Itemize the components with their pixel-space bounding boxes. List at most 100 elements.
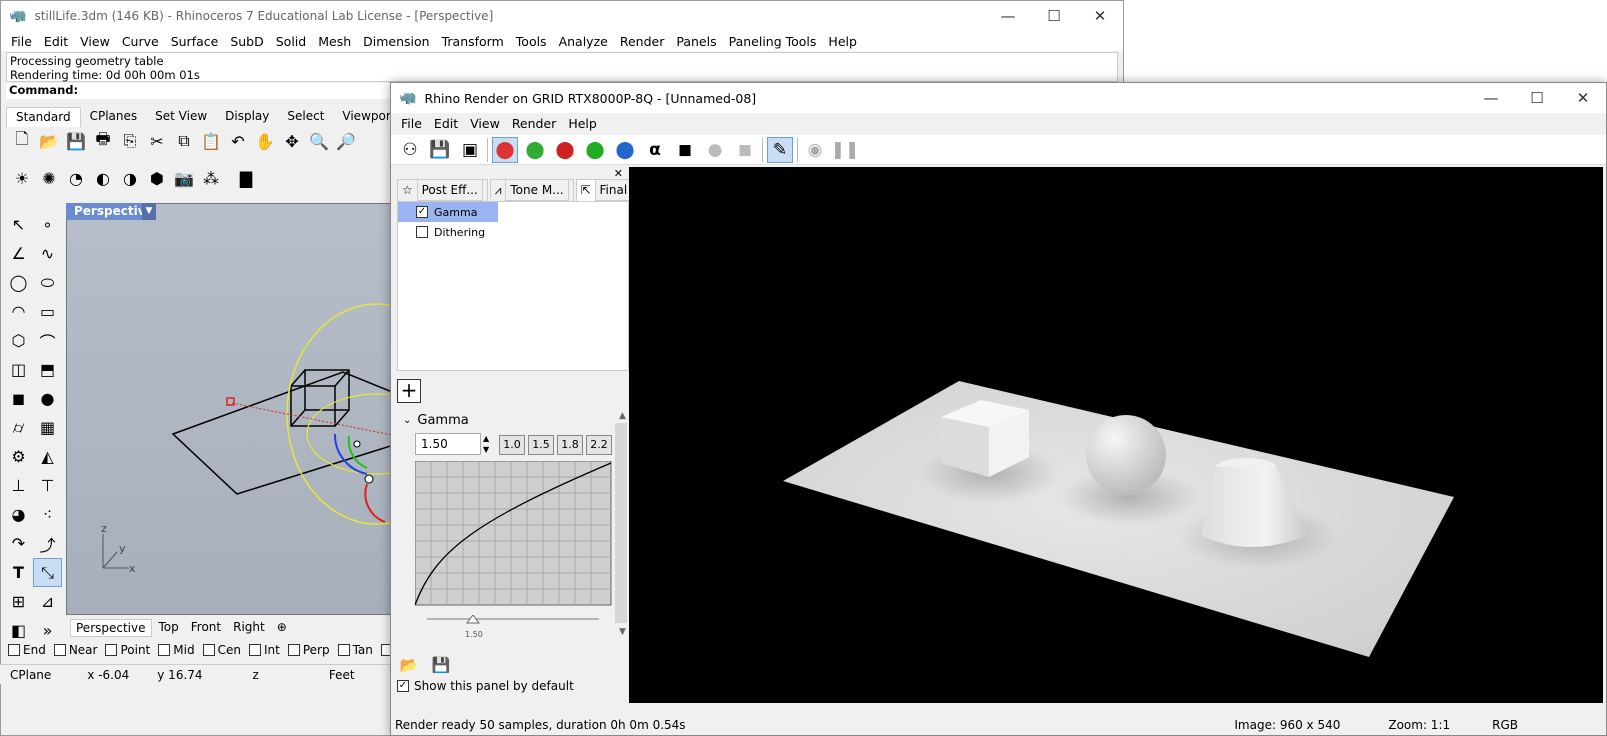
osnap-end[interactable]: End <box>8 643 46 657</box>
cut-icon[interactable]: ✂ <box>145 129 169 153</box>
analyze-icon[interactable]: ⊿ <box>33 587 62 616</box>
render-close-button[interactable]: ✕ <box>1560 83 1606 113</box>
depth-cube-icon[interactable]: ◼ <box>672 137 698 163</box>
sun-light-icon[interactable]: ☀ <box>10 166 34 190</box>
viewport-menu-chevron-icon[interactable]: ▼ <box>142 203 156 220</box>
extrude-icon[interactable]: ⬒ <box>33 355 62 384</box>
rgb-alpha-channel-icon[interactable]: ⬤ <box>522 137 548 163</box>
pause-render-icon[interactable]: ❚❚ <box>831 137 860 163</box>
boolean-icon[interactable]: ◭ <box>33 442 62 471</box>
menu-edit[interactable]: Edit <box>38 34 74 49</box>
render-menu-view[interactable]: View <box>464 116 506 131</box>
fillet-icon[interactable]: ⌒ <box>33 326 62 355</box>
scroll-down-icon[interactable]: ▼ <box>619 627 626 637</box>
pan-icon[interactable]: ✋ <box>253 129 277 153</box>
gamma-slider[interactable] <box>427 615 599 635</box>
render-menu-file[interactable]: File <box>395 116 428 131</box>
rotate-view-icon[interactable]: ✥ <box>280 129 304 153</box>
zoom-icon[interactable]: 🔍 <box>307 129 331 153</box>
rgb-channel-icon[interactable]: ⬤ <box>492 136 518 163</box>
tab-cplanes[interactable]: CPlanes <box>81 107 147 127</box>
tab-post-effects[interactable]: ☆ Post Eff... <box>397 179 488 202</box>
more-icon[interactable]: » <box>33 616 62 645</box>
gamma-preset-1-5[interactable]: 1.5 <box>528 435 554 455</box>
copy-icon[interactable]: ⧉ <box>172 129 196 153</box>
osnap-int[interactable]: Int <box>248 643 280 657</box>
close-button[interactable]: ✕ <box>1077 1 1123 31</box>
open-preset-icon[interactable]: 📂 <box>397 653 421 677</box>
arc-icon[interactable]: ◠ <box>4 297 33 326</box>
polygon-icon[interactable]: ⬡ <box>4 326 33 355</box>
clone-render-icon[interactable]: ⚇ <box>397 137 423 163</box>
surface-icon[interactable]: ◫ <box>4 355 33 384</box>
menu-curve[interactable]: Curve <box>116 34 165 49</box>
gear-icon[interactable]: ⚙ <box>4 442 33 471</box>
menu-solid[interactable]: Solid <box>270 34 312 49</box>
rectangle-icon[interactable]: ▭ <box>33 297 62 326</box>
gamma-value-input[interactable]: 1.50 <box>415 433 481 455</box>
show-panel-default-checkbox[interactable]: ✓ Show this panel by default <box>397 679 574 693</box>
curve-icon[interactable]: ∿ <box>33 239 62 268</box>
menu-paneling-tools[interactable]: Paneling Tools <box>723 34 823 49</box>
alpha-channel-icon[interactable]: α <box>642 137 668 163</box>
vp-tab-front[interactable]: Front <box>186 619 226 637</box>
gamma-preset-1-0[interactable]: 1.0 <box>499 435 525 455</box>
gamma-preset-2-2[interactable]: 2.2 <box>586 435 612 455</box>
split-icon[interactable]: ⊤ <box>33 471 62 500</box>
red-channel-icon[interactable]: ⬤ <box>552 137 578 163</box>
blue-channel-icon[interactable]: ⬤ <box>612 137 638 163</box>
menu-surface[interactable]: Surface <box>165 34 225 49</box>
dithering-checkbox[interactable] <box>416 226 428 238</box>
spotlight-icon[interactable]: ◔ <box>64 166 88 190</box>
render-menu-help[interactable]: Help <box>562 116 603 131</box>
material-icon[interactable]: ⬢ <box>145 166 169 190</box>
tab-select[interactable]: Select <box>278 107 333 127</box>
sphere-preview-icon[interactable]: ● <box>702 137 728 163</box>
menu-subd[interactable]: SubD <box>224 34 269 49</box>
panel-scrollbar[interactable] <box>615 423 627 623</box>
menu-tools[interactable]: Tools <box>510 34 553 49</box>
menu-file[interactable]: File <box>5 34 38 49</box>
ellipse-icon[interactable]: ⬭ <box>33 268 62 297</box>
stop-render-icon[interactable]: ◉ <box>802 137 828 163</box>
circle-icon[interactable]: ◯ <box>4 268 33 297</box>
camera-icon[interactable]: 📷 <box>172 166 196 190</box>
cplane-label[interactable]: CPlane <box>0 668 61 682</box>
cluster-icon[interactable]: ⁂ <box>199 166 223 190</box>
render-menu-render[interactable]: Render <box>506 116 563 131</box>
mesh-icon[interactable]: ▦ <box>33 413 62 442</box>
zoom-window-icon[interactable]: 🔎 <box>334 129 358 153</box>
point-icon[interactable]: ∘ <box>33 210 62 239</box>
menu-transform[interactable]: Transform <box>436 34 510 49</box>
save-render-icon[interactable]: 💾 <box>427 137 453 163</box>
box-icon[interactable]: ◼ <box>4 384 33 413</box>
osnap-cen[interactable]: Cen <box>202 643 241 657</box>
polyline-icon[interactable]: ∠ <box>4 239 33 268</box>
menu-analyze[interactable]: Analyze <box>553 34 614 49</box>
render-maximize-button[interactable]: ☐ <box>1514 83 1560 113</box>
menu-mesh[interactable]: Mesh <box>312 34 357 49</box>
light-icon[interactable]: ✺ <box>37 166 61 190</box>
scale-curve-icon[interactable]: ⤴ <box>33 529 62 558</box>
new-file-icon[interactable]: 🗋 <box>10 129 34 153</box>
command-prompt[interactable]: Command: <box>6 83 396 99</box>
vp-tab-top[interactable]: Top <box>154 619 184 637</box>
menu-view[interactable]: View <box>74 34 116 49</box>
cube-preview-icon[interactable]: ◼ <box>732 137 758 163</box>
import-icon[interactable]: ⎘ <box>118 129 142 153</box>
gamma-header[interactable]: ⌄ Gamma <box>397 409 629 431</box>
chart-icon[interactable]: ▇ <box>234 166 258 190</box>
print-icon[interactable]: 🖶 <box>91 129 115 153</box>
tab-set-view[interactable]: Set View <box>146 107 216 127</box>
open-file-icon[interactable]: 📂 <box>37 129 61 153</box>
vp-tab-perspective[interactable]: Perspective <box>70 619 152 637</box>
zoom-level[interactable]: Zoom: 1:1 <box>1340 718 1450 732</box>
osnap-tan[interactable]: Tan <box>337 643 373 657</box>
sphere-icon[interactable]: ● <box>33 384 62 413</box>
tab-display[interactable]: Display <box>216 107 278 127</box>
save-icon[interactable]: 💾 <box>64 129 88 153</box>
post-effects-wand-icon[interactable]: ✎ <box>767 136 793 163</box>
osnap-point[interactable]: Point <box>105 643 150 657</box>
channel-indicator[interactable]: RGB <box>1450 718 1606 732</box>
array-icon[interactable]: ⊞ <box>4 587 33 616</box>
